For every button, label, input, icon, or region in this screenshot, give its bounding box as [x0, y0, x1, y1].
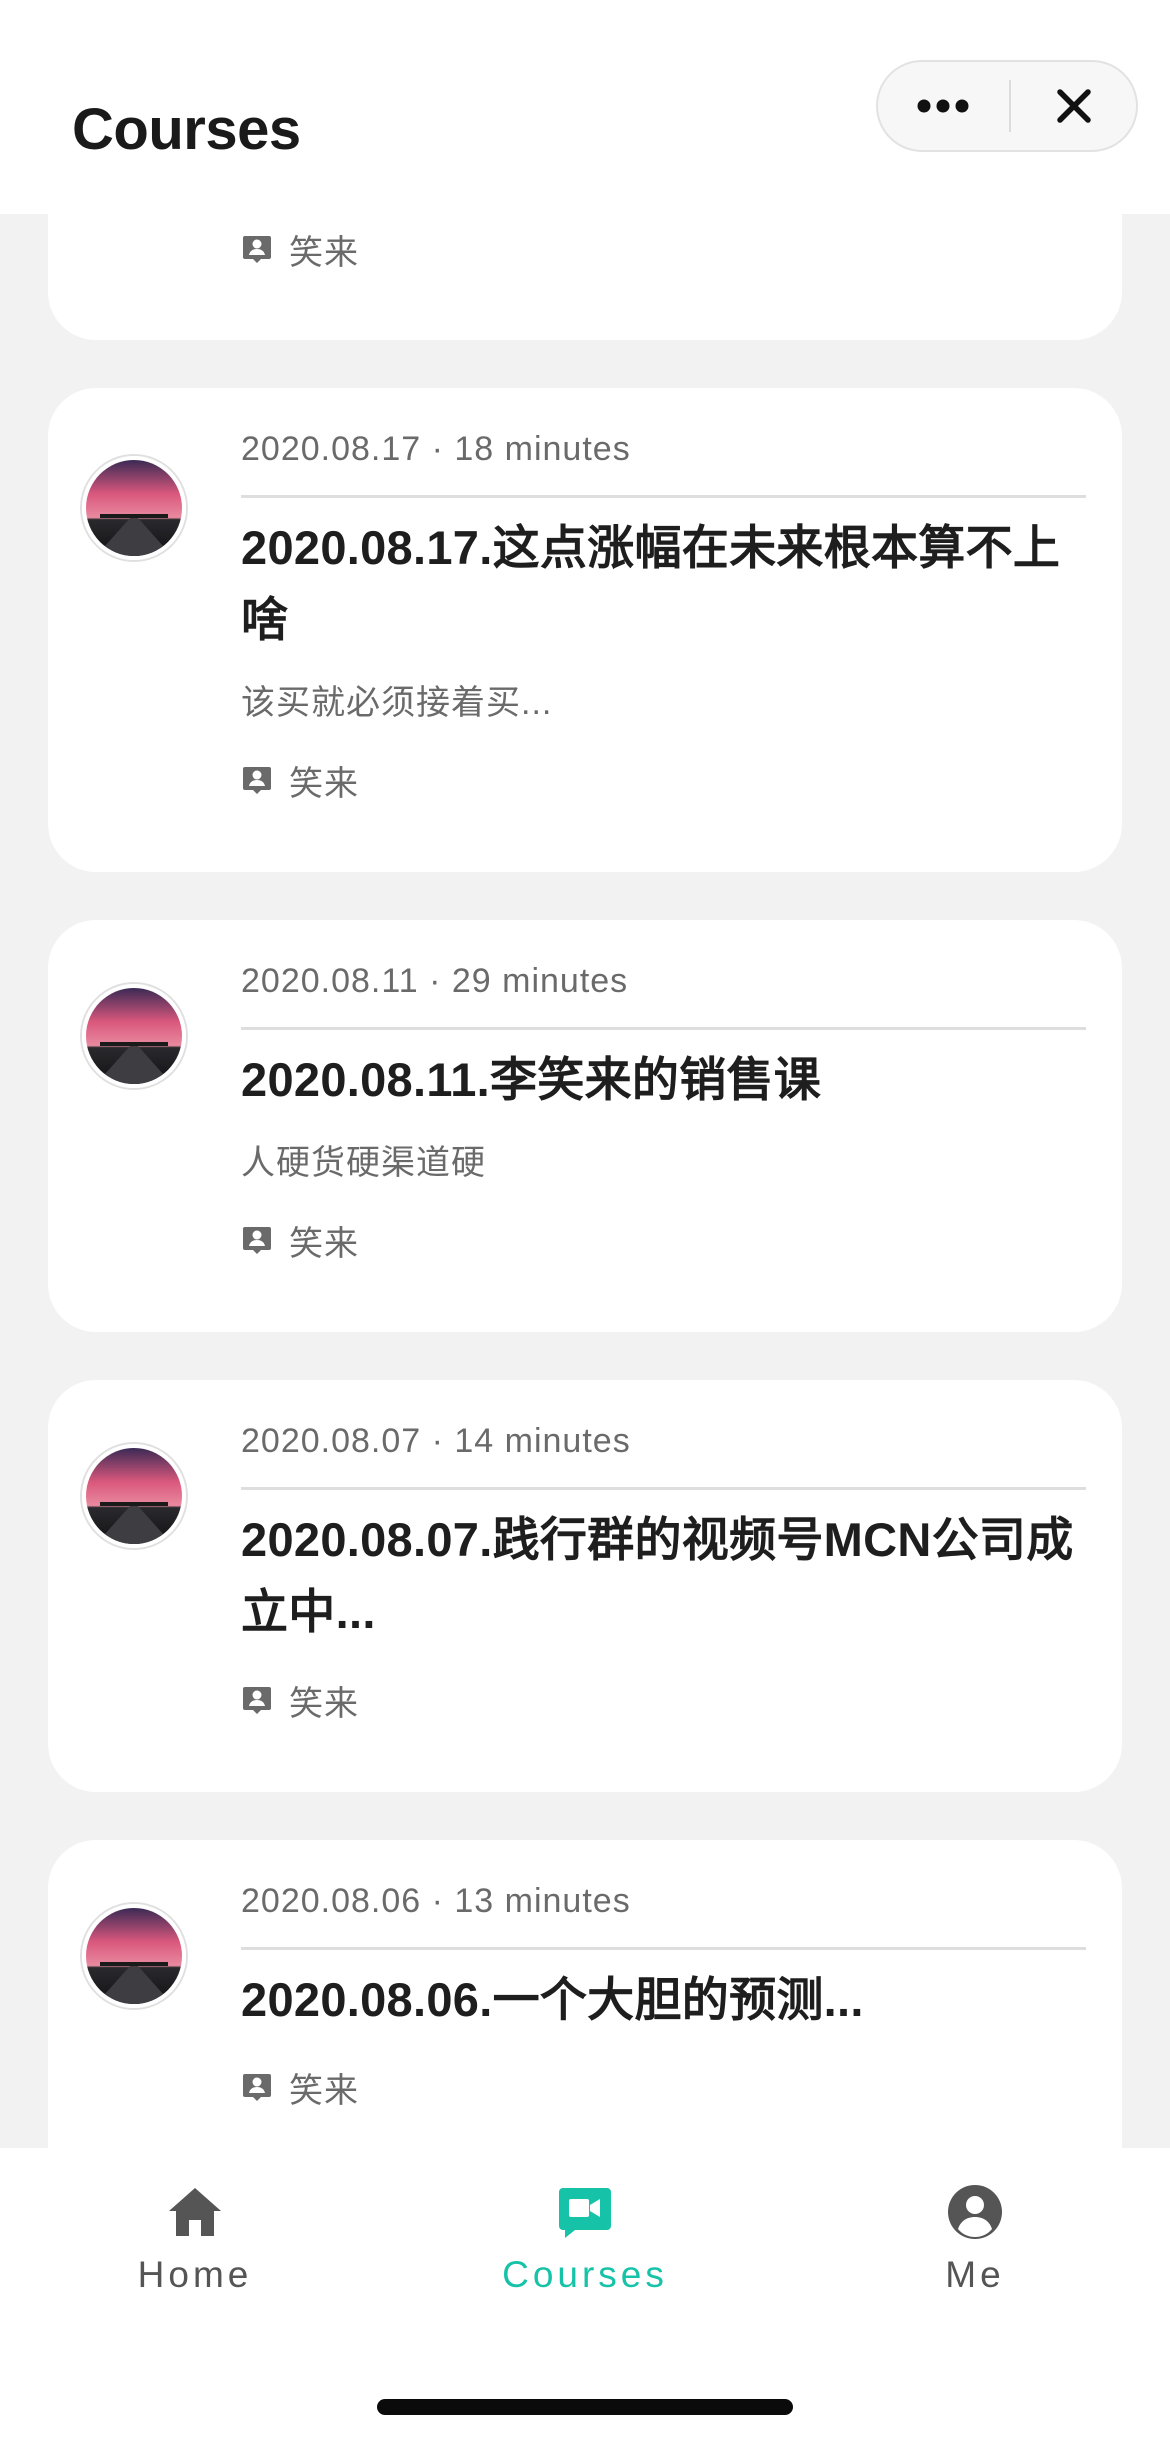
person-badge-icon	[243, 2074, 271, 2101]
mini-program-capsule	[876, 60, 1138, 152]
person-badge-icon	[243, 767, 271, 794]
close-button[interactable]	[1011, 62, 1138, 150]
course-avatar	[82, 984, 186, 1088]
course-meta: 2020.08.11 · 29 minutes	[241, 962, 629, 1000]
course-avatar	[82, 1904, 186, 2008]
meta-divider	[241, 1027, 1086, 1030]
meta-divider	[241, 1947, 1086, 1950]
course-meta: 2020.08.06 · 13 minutes	[241, 1882, 631, 1920]
course-title[interactable]: 2020.08.11.李笑来的销售课	[241, 1044, 1086, 1116]
tab-home[interactable]: Home	[65, 2184, 325, 2314]
course-feed[interactable]: 笑来 2020.08.17 · 18 minutes 2020.08.17.这点…	[0, 0, 1170, 2148]
course-avatar	[82, 1444, 186, 1548]
home-indicator[interactable]	[377, 2399, 793, 2415]
video-camera-icon	[559, 2188, 611, 2238]
page-header: Courses	[0, 0, 1170, 214]
page-title: Courses	[72, 97, 301, 162]
tab-label: Home	[137, 2254, 253, 2295]
course-summary: 该买就必须接着买...	[241, 684, 553, 722]
course-title[interactable]: 2020.08.17.这点涨幅在未来根本算不上啥	[241, 512, 1086, 656]
course-author: 笑来	[241, 229, 359, 272]
course-author: 笑来	[241, 760, 359, 803]
course-card[interactable]: 2020.08.11 · 29 minutes 2020.08.11.李笑来的销…	[48, 920, 1122, 1332]
tab-label: Courses	[502, 2254, 668, 2295]
home-icon	[169, 2188, 221, 2236]
course-card[interactable]: 2020.08.17 · 18 minutes 2020.08.17.这点涨幅在…	[48, 388, 1122, 872]
tab-me[interactable]: Me	[845, 2184, 1105, 2314]
author-name: 笑来	[289, 2071, 359, 2110]
course-summary: 人硬货硬渠道硬	[241, 1144, 486, 1182]
course-title[interactable]: 2020.08.07.践行群的视频号MCN公司成立中...	[241, 1504, 1086, 1648]
bottom-tab-bar: Home Courses Me	[0, 2148, 1170, 2438]
person-badge-icon	[243, 1227, 271, 1254]
course-avatar	[82, 456, 186, 560]
course-meta: 2020.08.17 · 18 minutes	[241, 430, 631, 468]
meta-divider	[241, 1487, 1086, 1490]
tab-courses[interactable]: Courses	[455, 2184, 715, 2314]
more-dots-icon	[917, 99, 969, 113]
author-name: 笑来	[289, 1224, 359, 1263]
author-name: 笑来	[289, 233, 359, 272]
course-meta: 2020.08.07 · 14 minutes	[241, 1422, 631, 1460]
tab-label: Me	[945, 2254, 1005, 2295]
course-title[interactable]: 2020.08.06.一个大胆的预测...	[241, 1964, 1086, 2036]
author-name: 笑来	[289, 1684, 359, 1723]
person-badge-icon	[243, 1687, 271, 1714]
person-badge-icon	[243, 236, 271, 263]
course-author: 笑来	[241, 2067, 359, 2110]
user-circle-icon	[948, 2185, 1002, 2239]
close-icon	[1057, 89, 1091, 123]
course-author: 笑来	[241, 1220, 359, 1263]
course-card[interactable]: 2020.08.07 · 14 minutes 2020.08.07.践行群的视…	[48, 1380, 1122, 1792]
meta-divider	[241, 495, 1086, 498]
course-author: 笑来	[241, 1680, 359, 1723]
author-name: 笑来	[289, 764, 359, 803]
course-card[interactable]: 2020.08.06 · 13 minutes 2020.08.06.一个大胆的…	[48, 1840, 1122, 2148]
more-button[interactable]	[878, 62, 1008, 150]
